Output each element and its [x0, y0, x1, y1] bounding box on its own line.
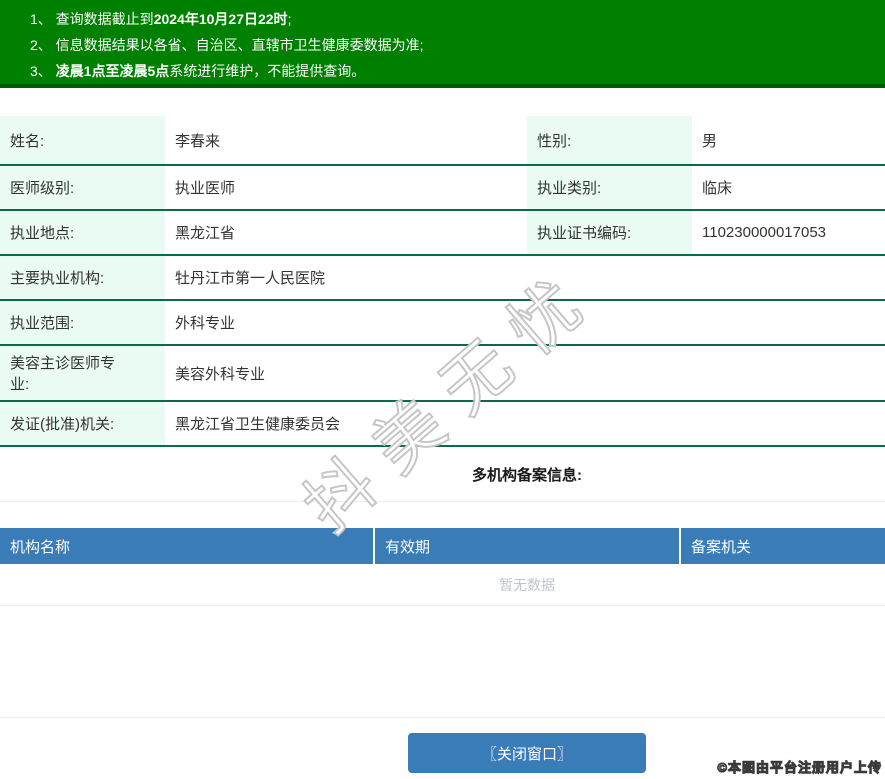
practice-category-label: 执业类别:	[527, 166, 692, 209]
name-value: 李春来	[165, 116, 527, 164]
notice-line-3: 3、 凌晨1点至凌晨5点系统进行维护，不能提供查询。	[30, 58, 885, 84]
practice-location-label: 执业地点:	[0, 211, 165, 254]
profile-row-cosmetic-specialty: 美容主诊医师专业: 美容外科专业	[0, 346, 885, 402]
certificate-number-value: 110230000017053	[692, 211, 885, 254]
profile-row-name-gender: 姓名: 李春来 性别: 男	[0, 116, 885, 166]
column-header-validity-period: 有效期	[375, 528, 681, 564]
practice-category-value: 临床	[692, 166, 885, 209]
profile-row-main-institution: 主要执业机构: 牡丹江市第一人民医院	[0, 256, 885, 301]
profile-row-level-category: 医师级别: 执业医师 执业类别: 临床	[0, 166, 885, 211]
gender-value: 男	[692, 116, 885, 164]
issuing-authority-label: 发证(批准)机关:	[0, 402, 165, 445]
page: 1、 查询数据截止到2024年10月27日22时; 2、 信息数据结果以各省、自…	[0, 0, 885, 773]
profile-row-location-certno: 执业地点: 黑龙江省 执业证书编码: 110230000017053	[0, 211, 885, 256]
issuing-authority-value: 黑龙江省卫生健康委员会	[165, 402, 885, 445]
notice-line-2: 2、 信息数据结果以各省、自治区、直辖市卫生健康委数据为准;	[30, 32, 885, 58]
notice-banner: 1、 查询数据截止到2024年10月27日22时; 2、 信息数据结果以各省、自…	[0, 0, 885, 88]
profile-row-practice-scope: 执业范围: 外科专业	[0, 301, 885, 346]
main-institution-label: 主要执业机构:	[0, 256, 165, 299]
multi-institution-section-title: 多机构备案信息:	[0, 447, 885, 502]
profile-row-issuing-authority: 发证(批准)机关: 黑龙江省卫生健康委员会	[0, 402, 885, 447]
practice-location-value: 黑龙江省	[165, 211, 527, 254]
close-window-button[interactable]: 〖关闭窗口〗	[408, 733, 646, 773]
doctor-level-label: 医师级别:	[0, 166, 165, 209]
notice-line-1: 1、 查询数据截止到2024年10月27日22时;	[30, 6, 885, 32]
registration-table: 机构名称 有效期 备案机关 暂无数据	[0, 528, 885, 606]
table-empty-placeholder: 暂无数据	[0, 564, 885, 606]
practitioner-profile-table: 姓名: 李春来 性别: 男 医师级别: 执业医师 执业类别: 临床 执业地点: …	[0, 116, 885, 447]
certificate-number-label: 执业证书编码:	[527, 211, 692, 254]
cosmetic-specialty-label: 美容主诊医师专业:	[0, 346, 165, 400]
column-header-record-authority: 备案机关	[681, 528, 885, 564]
copyright-overlay: ©本图由平台注册用户上传	[717, 757, 882, 776]
registration-table-header: 机构名称 有效期 备案机关	[0, 528, 885, 564]
doctor-level-value: 执业医师	[165, 166, 527, 209]
main-institution-value: 牡丹江市第一人民医院	[165, 256, 885, 299]
gender-label: 性别:	[527, 116, 692, 164]
name-label: 姓名:	[0, 116, 165, 164]
cosmetic-specialty-value: 美容外科专业	[165, 346, 885, 400]
practice-scope-label: 执业范围:	[0, 301, 165, 344]
column-header-institution-name: 机构名称	[0, 528, 375, 564]
practice-scope-value: 外科专业	[165, 301, 885, 344]
